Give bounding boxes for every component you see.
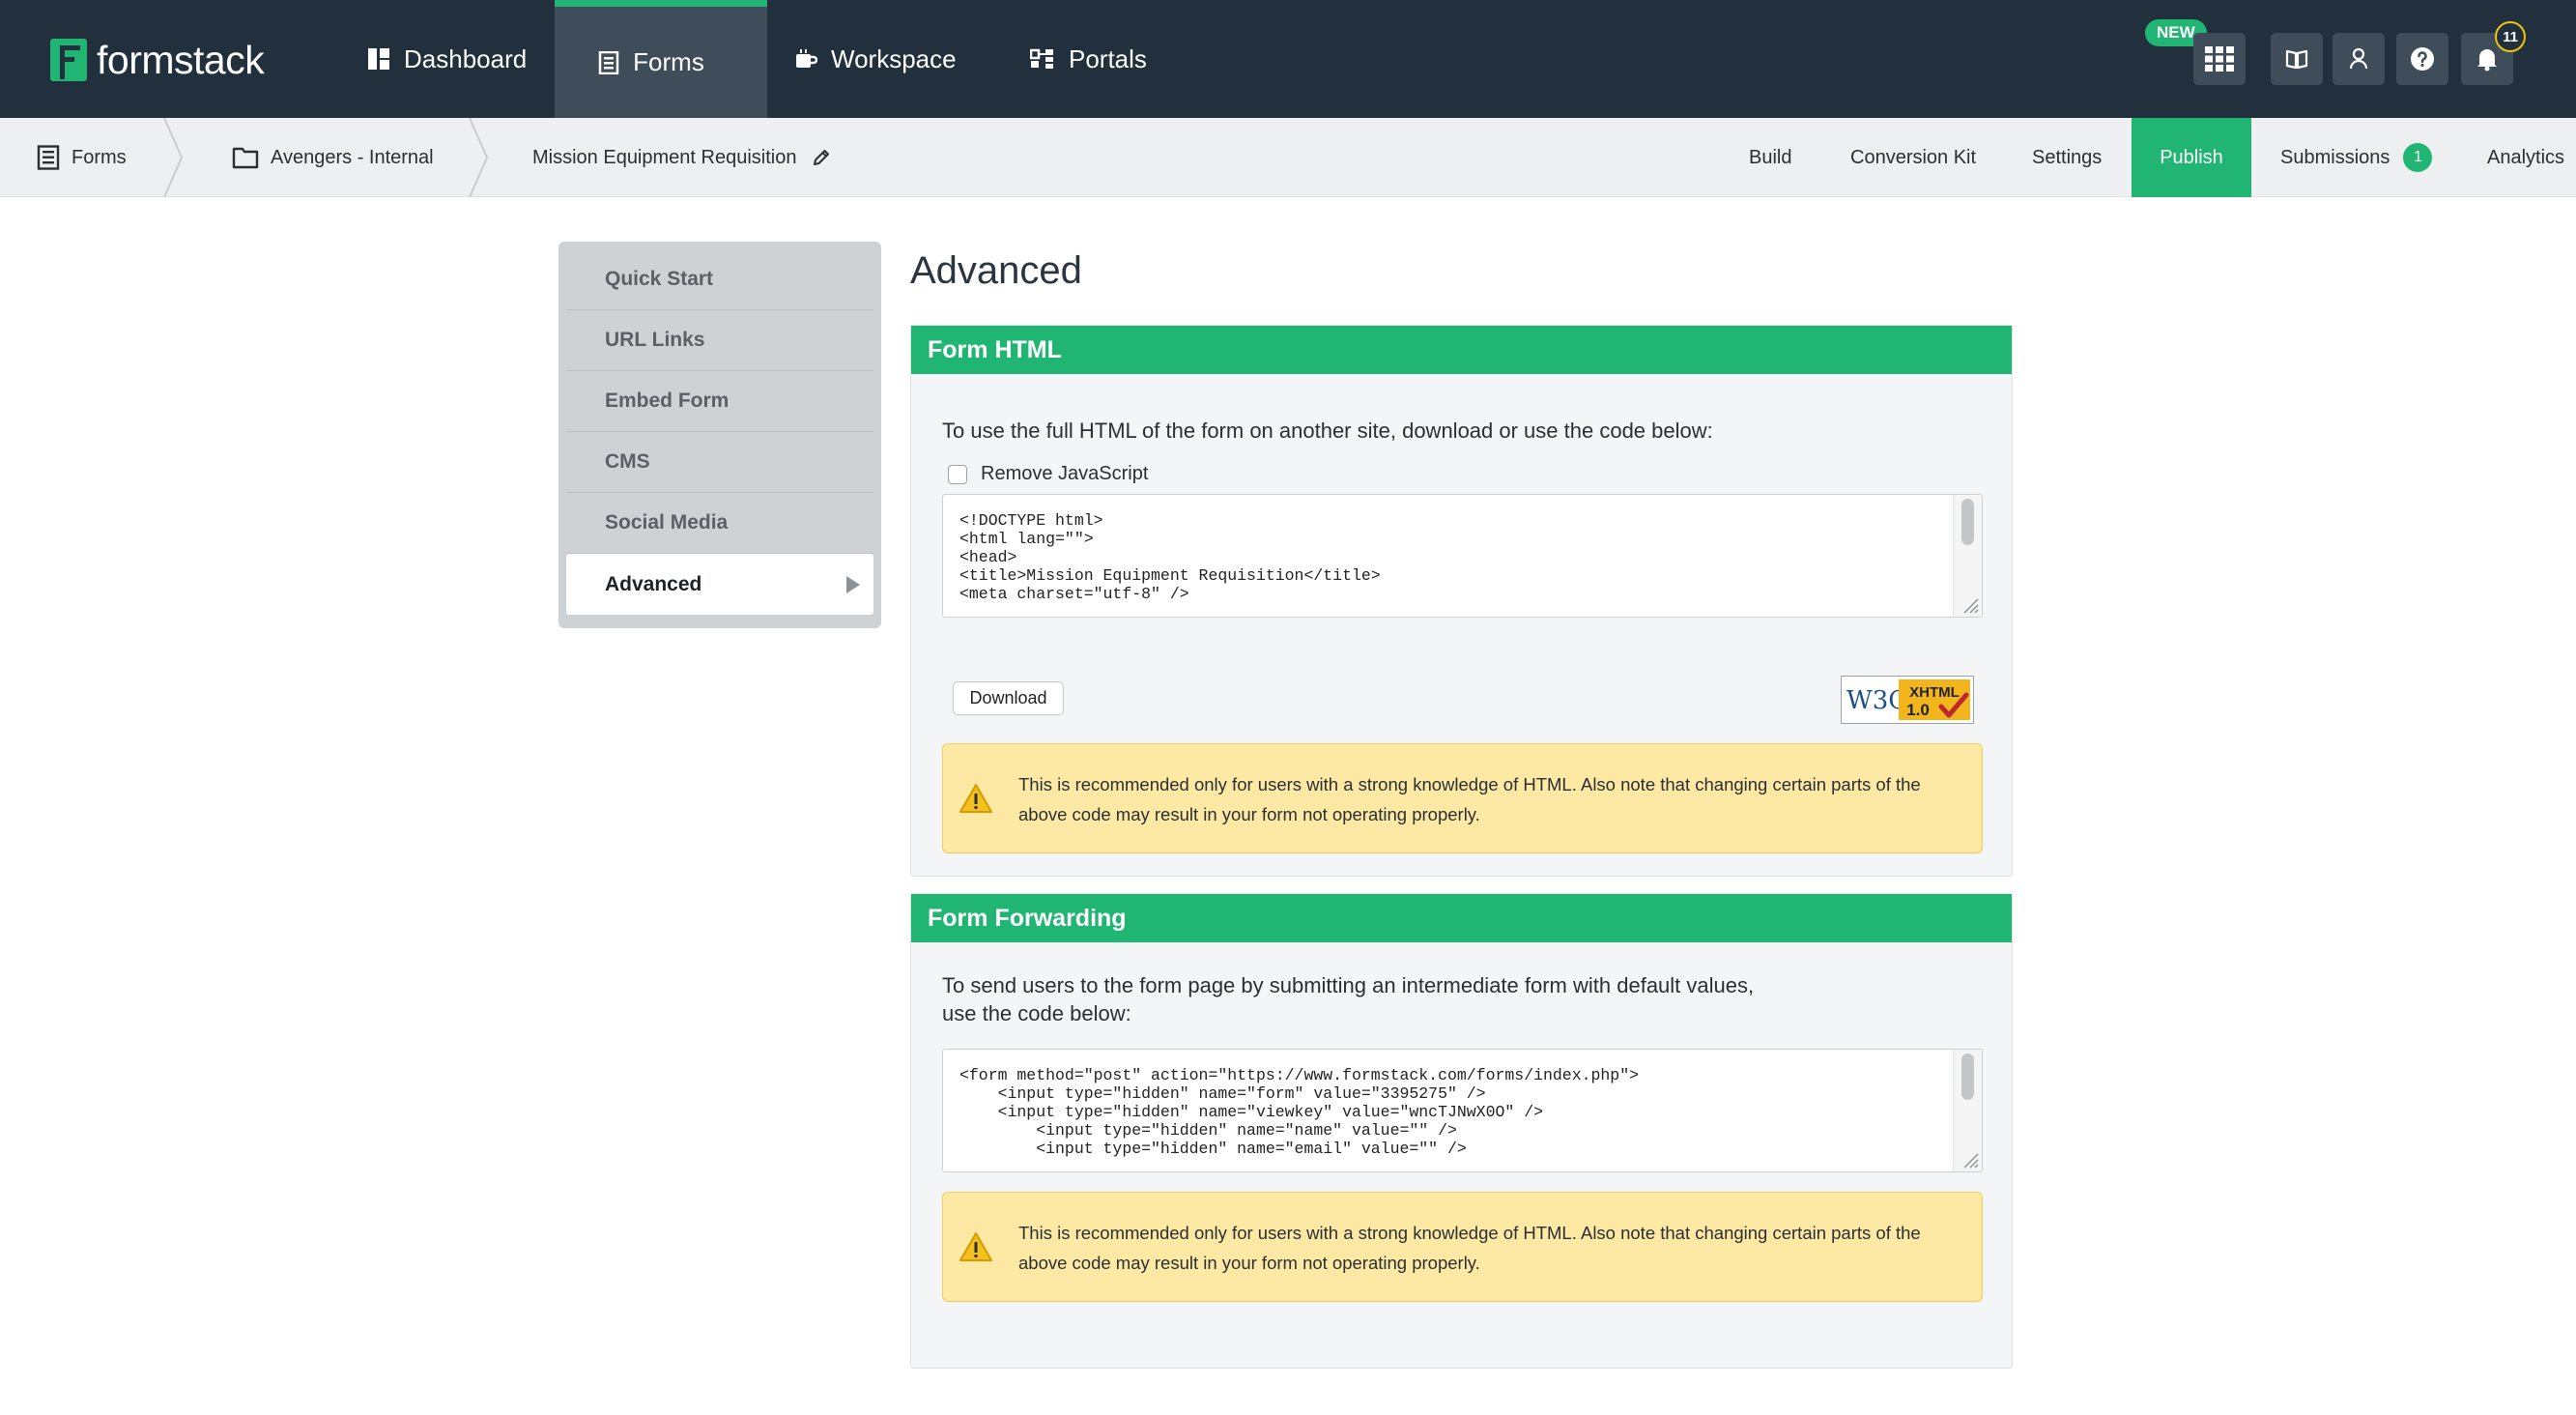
nav-portals[interactable]: Portals [1030, 0, 1147, 118]
help-icon [2411, 47, 2434, 71]
sidebar-item-cms[interactable]: CMS [566, 432, 873, 493]
breadcrumb-forms-label: Forms [72, 146, 127, 168]
triangle-right-icon [846, 575, 860, 593]
code-line: <meta charset="utf-8" /> [959, 585, 1189, 603]
account-button[interactable] [2333, 33, 2385, 85]
nav-forms-label: Forms [633, 47, 704, 76]
pencil-icon[interactable] [812, 148, 831, 167]
form-sub-navigation: Forms Avengers - Internal Mission Equipm… [0, 118, 2576, 197]
tab-conversion-kit[interactable]: Conversion Kit [1850, 118, 1976, 197]
sidebar-item-url-links[interactable]: URL Links [566, 310, 873, 371]
form-forwarding-warning: This is recommended only for users with … [942, 1192, 1983, 1302]
code-line: <!DOCTYPE html> [959, 511, 1103, 530]
code-line: <input type="hidden" name="name" value="… [959, 1121, 1457, 1140]
publish-sidebar: Quick Start URL Links Embed Form CMS Soc… [558, 242, 881, 628]
tab-submissions[interactable]: Submissions 1 [2280, 118, 2433, 197]
code-line: <title>Mission Equipment Requisition</ti… [959, 566, 1381, 585]
apps-grid-button[interactable] [2193, 33, 2246, 85]
form-forwarding-description-line-2: use the code below: [942, 1001, 1131, 1025]
forms-icon [598, 50, 619, 74]
page-title: Advanced [910, 249, 1082, 292]
form-forwarding-description-line-1: To send users to the form page by submit… [942, 973, 1755, 997]
sidebar-item-advanced[interactable]: Advanced [566, 554, 873, 615]
sidebar-item-embed-form[interactable]: Embed Form [566, 371, 873, 432]
folder-icon [232, 146, 259, 169]
breadcrumb-forms[interactable]: Forms [37, 118, 127, 197]
workspace-icon [794, 47, 817, 71]
form-forwarding-heading: Form Forwarding [911, 894, 2012, 942]
nav-dashboard[interactable]: Dashboard [367, 0, 527, 118]
book-icon [2285, 49, 2308, 70]
code-line: <form method="post" action="https://www.… [959, 1066, 1640, 1084]
sidebar-item-advanced-label: Advanced [605, 572, 702, 595]
form-forwarding-code-textarea[interactable]: <form method="post" action="https://www.… [942, 1049, 1983, 1172]
breadcrumb-separator-icon [163, 118, 184, 197]
tab-submissions-label: Submissions [2280, 146, 2390, 168]
notification-count-badge: 11 [2495, 21, 2526, 52]
form-forwarding-warning-text: This is recommended only for users with … [1018, 1223, 1921, 1273]
code-line: <input type="hidden" name="email" value=… [959, 1140, 1467, 1158]
forms-icon [37, 145, 60, 170]
formstack-logo[interactable]: formstack [50, 37, 265, 83]
nav-portals-label: Portals [1069, 43, 1147, 73]
sidebar-item-quick-start[interactable]: Quick Start [566, 249, 873, 310]
form-forwarding-panel: Form Forwarding To send users to the for… [910, 893, 2013, 1369]
code-lines: <form method="post" action="https://www.… [959, 1066, 1639, 1158]
nav-workspace-label: Workspace [831, 43, 957, 73]
remove-javascript-label: Remove JavaScript [981, 463, 1149, 484]
form-html-warning-text: This is recommended only for users with … [1018, 774, 1921, 824]
code-line: <head> [959, 548, 1017, 566]
form-html-description: To use the full HTML of the form on anot… [942, 419, 1713, 443]
help-button[interactable] [2396, 33, 2448, 85]
logo-text: formstack [97, 37, 265, 82]
formstack-logo-icon [50, 39, 87, 81]
form-forwarding-description: To send users to the form page by submit… [942, 971, 1754, 1027]
resources-button[interactable] [2271, 33, 2323, 85]
form-html-heading: Form HTML [911, 326, 2012, 374]
tab-settings[interactable]: Settings [2032, 118, 2102, 197]
warning-icon [959, 784, 992, 813]
breadcrumb-separator-icon [469, 118, 489, 197]
nav-dashboard-label: Dashboard [404, 43, 528, 73]
breadcrumb-folder-label: Avengers - Internal [271, 146, 434, 168]
warning-icon [959, 1232, 992, 1261]
w3c-text: W3C [1846, 686, 1907, 715]
code-line: <input type="hidden" name="form" value="… [959, 1084, 1486, 1103]
code-lines: <!DOCTYPE html> <html lang=""> <head> <t… [959, 511, 1381, 603]
apps-grid-icon [2205, 46, 2234, 72]
nav-workspace[interactable]: Workspace [794, 0, 957, 118]
portals-icon [1030, 47, 1055, 71]
breadcrumb-form-label: Mission Equipment Requisition [532, 146, 797, 168]
dashboard-icon [367, 47, 390, 71]
scroll-thumb[interactable] [1961, 1054, 1974, 1100]
w3c-xhtml-badge-icon[interactable]: W3C XHTML 1.0 [1841, 676, 1974, 724]
form-html-panel: Form HTML To use the full HTML of the fo… [910, 325, 2013, 877]
submissions-count-badge: 1 [2403, 143, 2433, 172]
tab-build[interactable]: Build [1749, 118, 1791, 197]
remove-javascript-row[interactable]: Remove JavaScript [948, 463, 1148, 485]
form-html-warning: This is recommended only for users with … [942, 743, 1983, 853]
top-navigation-bar: formstack Dashboard Forms Workspace Port… [0, 0, 2576, 118]
code-line: <html lang=""> [959, 530, 1094, 548]
form-html-code-textarea[interactable]: <!DOCTYPE html> <html lang=""> <head> <t… [942, 494, 1983, 618]
resize-handle-icon[interactable] [1957, 1146, 1980, 1170]
resize-handle-icon[interactable] [1957, 592, 1980, 615]
xhtml-version-text: 1.0 [1906, 701, 1930, 719]
code-line: <input type="hidden" name="viewkey" valu… [959, 1103, 1543, 1121]
sidebar-item-social-media[interactable]: Social Media [566, 493, 873, 554]
nav-forms[interactable]: Forms [555, 0, 767, 118]
download-button[interactable]: Download [953, 681, 1064, 715]
bell-icon [2477, 49, 2497, 72]
tab-analytics[interactable]: Analytics [2487, 118, 2564, 197]
user-icon [2349, 47, 2368, 70]
xhtml-text: XHTML [1909, 684, 1960, 701]
breadcrumb-folder[interactable]: Avengers - Internal [232, 118, 434, 197]
tab-publish[interactable]: Publish [2132, 118, 2251, 197]
scroll-thumb[interactable] [1961, 499, 1974, 545]
remove-javascript-checkbox[interactable] [948, 464, 967, 484]
breadcrumb-form-name[interactable]: Mission Equipment Requisition [532, 118, 831, 197]
